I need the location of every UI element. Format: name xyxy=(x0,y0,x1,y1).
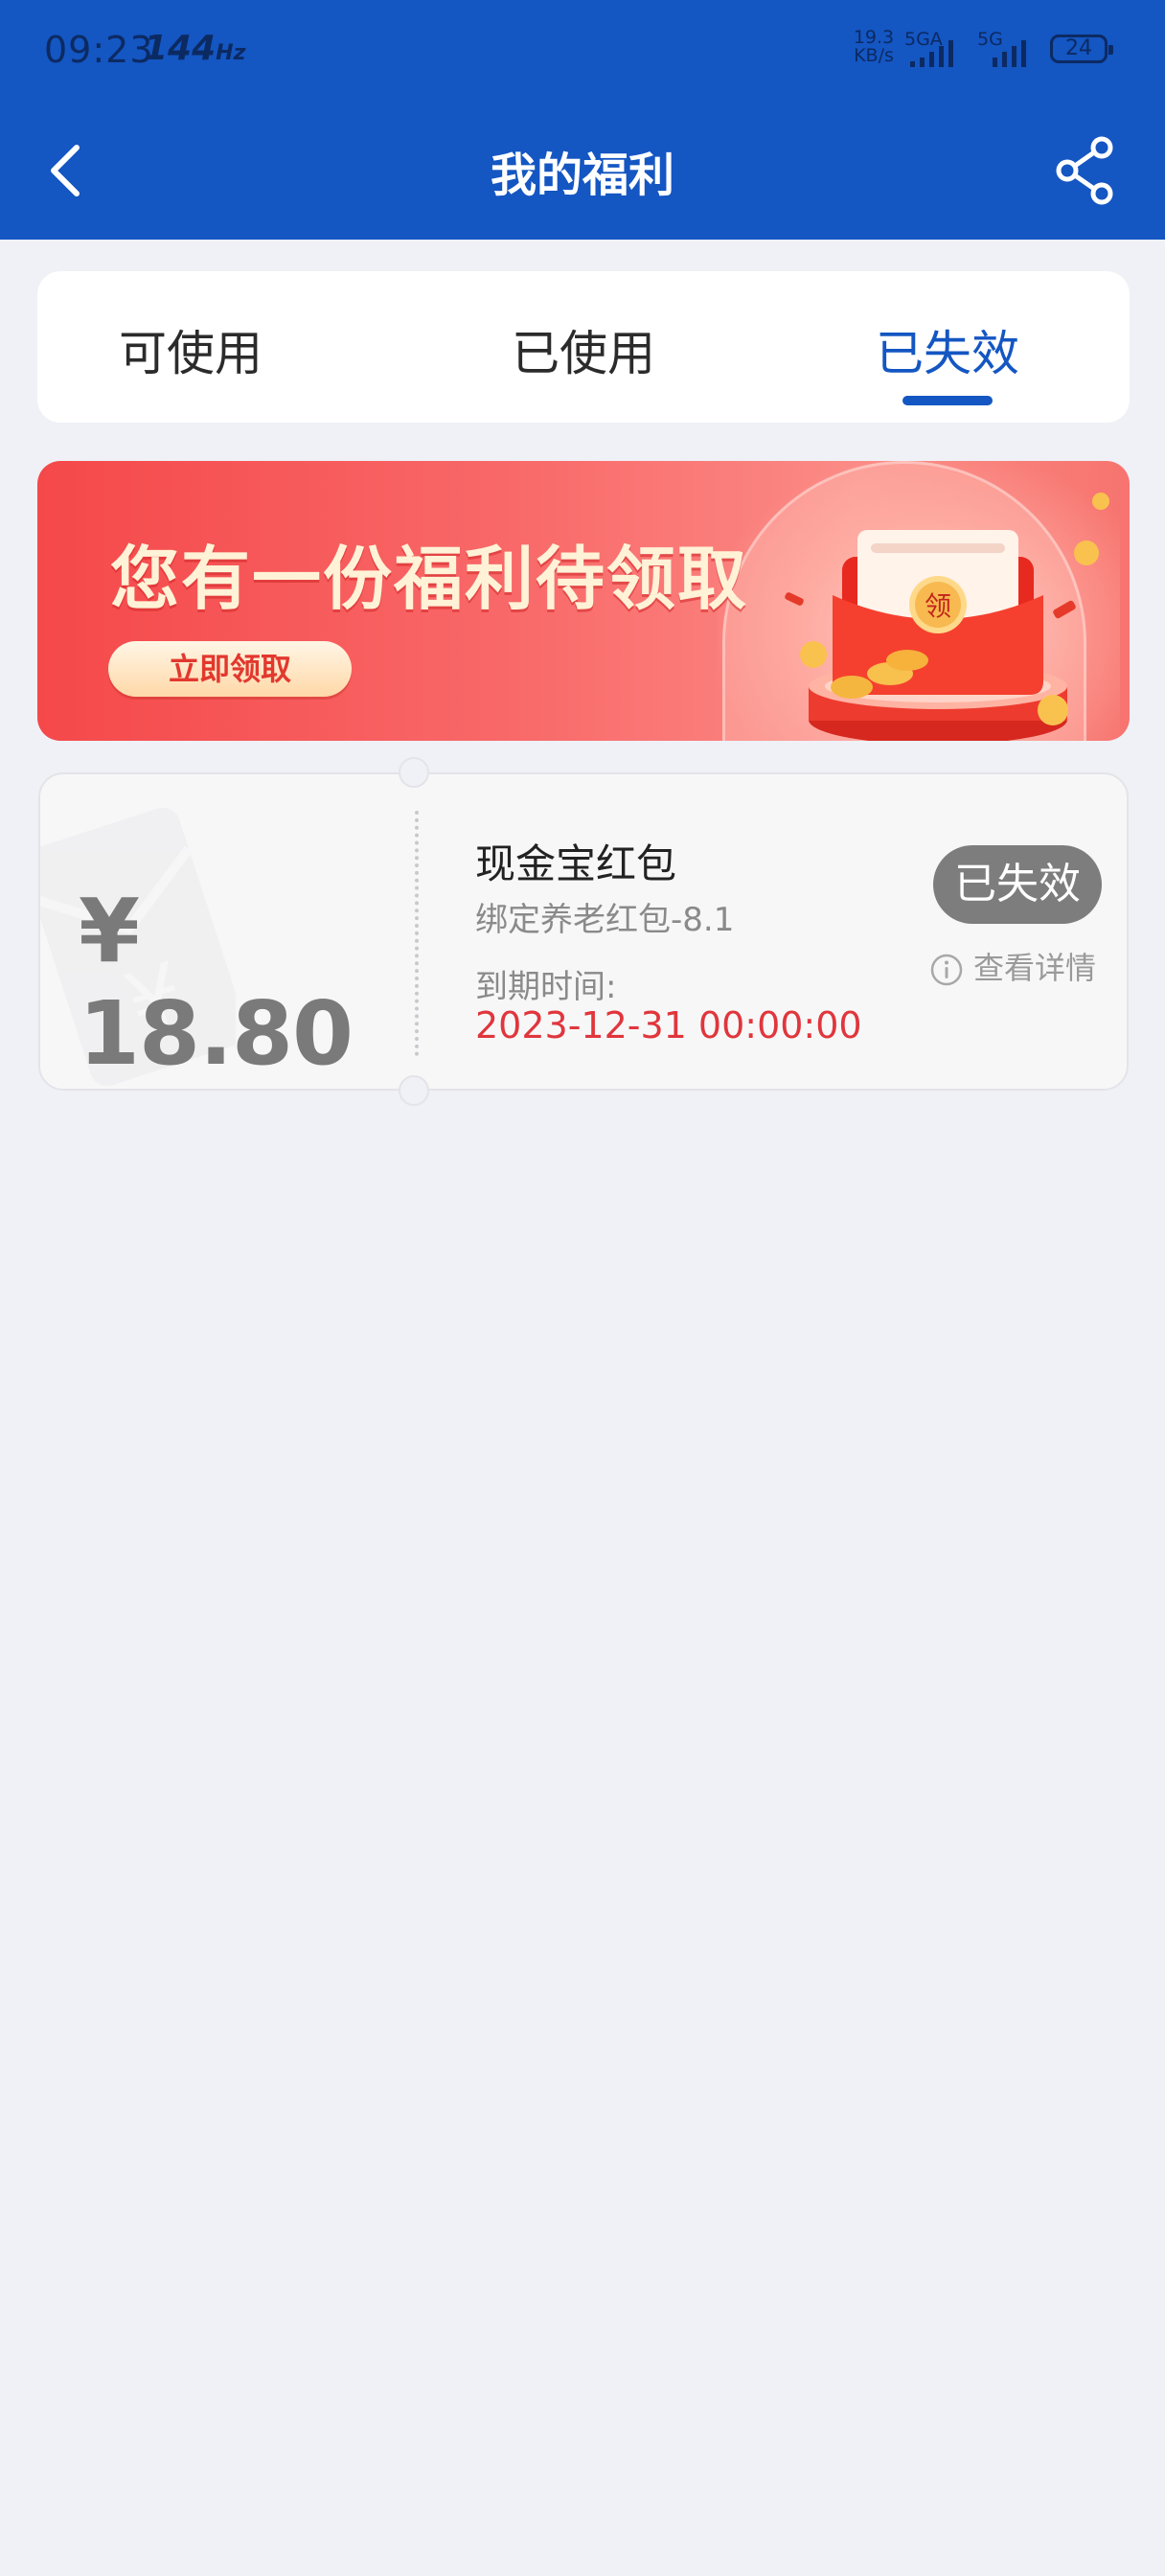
coupon-amount: ¥ 18.80 xyxy=(79,880,354,1085)
coupon-notch-bottom xyxy=(399,1075,429,1106)
tab-bar: 可使用 已使用 已失效 xyxy=(37,271,1130,423)
status-net-speed: 19.3 KB/s xyxy=(853,27,895,66)
share-icon xyxy=(1056,136,1113,205)
promo-banner[interactable]: 领 您有一份福利待领取 立即领取 xyxy=(37,461,1130,741)
tab-indicator xyxy=(902,396,993,405)
tab-available[interactable]: 可使用 xyxy=(9,315,373,384)
expire-date: 2023-12-31 00:00:00 xyxy=(475,1004,862,1046)
claim-now-button[interactable]: 立即领取 xyxy=(108,641,352,697)
page-title: 我的福利 xyxy=(490,149,674,202)
status-time: 09:23 xyxy=(44,29,154,71)
red-envelope-illustration: 领 xyxy=(785,493,1109,741)
coupon-subtitle: 绑定养老红包-8.1 xyxy=(475,901,735,939)
tab-used[interactable]: 已使用 xyxy=(401,315,765,384)
view-details-link[interactable]: 查看详情 xyxy=(929,947,1096,989)
envelope-stamp-char: 领 xyxy=(925,590,951,622)
status-bar: 09:23 144Hz 19.3 KB/s 5GA 5G 24 xyxy=(0,0,1165,105)
coupon-divider xyxy=(415,811,419,1056)
tab-expired[interactable]: 已失效 xyxy=(765,315,1130,384)
share-button[interactable] xyxy=(1052,134,1119,207)
info-icon xyxy=(930,954,963,986)
battery-icon: 24 xyxy=(1050,34,1113,63)
top-bar: 09:23 144Hz 19.3 KB/s 5GA 5G 24 我的福利 xyxy=(0,0,1165,240)
expire-label: 到期时间: xyxy=(475,968,617,1006)
coupon-name: 现金宝红包 xyxy=(475,840,677,887)
coupon-notch-top xyxy=(399,757,429,788)
status-badge: 已失效 xyxy=(933,845,1102,924)
coupon-card[interactable]: ¥ ¥ 18.80 现金宝红包 绑定养老红包-8.1 到期时间: 2023-12… xyxy=(38,772,1129,1091)
status-refresh-rate: 144Hz xyxy=(144,29,246,68)
banner-title: 您有一份福利待领取 xyxy=(110,539,749,619)
